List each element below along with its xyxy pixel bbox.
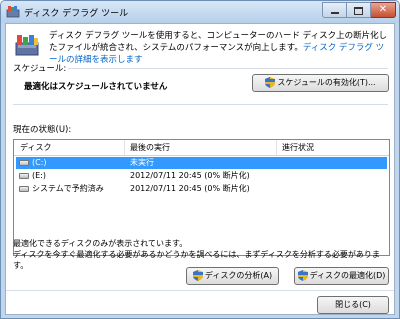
column-last-run[interactable]: 最後の実行 [130, 142, 170, 153]
close-label: 閉じる(C) [335, 300, 371, 309]
uac-shield-icon [297, 270, 308, 281]
defrag-large-icon [15, 35, 39, 56]
intro-text: ディスク デフラグ ツールを使用すると、コンピューターのハード ディスク上の断片… [49, 30, 389, 66]
title-bar[interactable]: ディスク デフラグ ツール ✕ [1, 1, 399, 23]
main-panel: ディスク デフラグ ツールを使用すると、コンピューターのハード ディスク上の断片… [5, 23, 395, 315]
schedule-status: 最適化はスケジュールされていません [24, 82, 168, 92]
close-button[interactable]: 閉じる(C) [317, 296, 389, 314]
enable-schedule-label: スケジュールの有効化(T)... [277, 78, 376, 87]
uac-shield-icon [192, 270, 203, 281]
enable-schedule-button[interactable]: スケジュールの有効化(T)... [252, 74, 389, 92]
minimize-button[interactable] [322, 2, 347, 18]
maximize-button[interactable] [347, 2, 371, 18]
disk-list-header: ディスク 最後の実行 進行状況 [14, 140, 389, 156]
analyze-disk-button[interactable]: ディスクの分析(A) [186, 267, 279, 285]
disk-row-system-reserved[interactable]: システムで予約済み 2012/07/11 20:45 (0% 断片化) [16, 183, 387, 195]
defragment-disk-button[interactable]: ディスクの最適化(D) [294, 267, 389, 285]
drive-icon [19, 160, 29, 166]
uac-shield-icon [265, 77, 276, 88]
schedule-label: スケジュール: [13, 64, 67, 74]
disk-row-e[interactable]: (E:) 2012/07/11 20:45 (0% 断片化) [16, 170, 387, 182]
note-line-1: 最適化できるディスクのみが表示されています。 [13, 239, 188, 248]
current-state-label: 現在の状態(U): [13, 125, 72, 135]
column-divider [276, 140, 277, 155]
disk-last-run: 未実行 [130, 158, 154, 167]
section-separator [13, 104, 388, 105]
drive-icon [19, 173, 29, 179]
drive-icon [19, 186, 29, 192]
disk-last-run: 2012/07/11 20:45 (0% 断片化) [130, 184, 250, 193]
window-title: ディスク デフラグ ツール [24, 9, 129, 19]
disk-name: (E:) [32, 171, 46, 180]
disk-name: システムで予約済み [32, 184, 104, 193]
schedule-separator [68, 68, 388, 69]
disk-row-c[interactable]: (C:) 未実行 [16, 157, 387, 169]
analyze-disk-label: ディスクの分析(A) [204, 271, 273, 280]
column-divider [124, 140, 125, 155]
column-progress[interactable]: 進行状況 [282, 142, 314, 153]
disk-name: (C:) [32, 158, 47, 167]
defragment-disk-label: ディスクの最適化(D) [309, 271, 386, 280]
column-disk[interactable]: ディスク [20, 142, 51, 153]
footer-separator [6, 290, 394, 291]
disk-last-run: 2012/07/11 20:45 (0% 断片化) [130, 171, 250, 180]
defrag-window: ディスク デフラグ ツール ✕ ディスク デフラグ ツールを使用すると、コンピュ… [0, 0, 400, 319]
window-close-button[interactable]: ✕ [371, 2, 396, 18]
defrag-app-icon [6, 6, 20, 18]
